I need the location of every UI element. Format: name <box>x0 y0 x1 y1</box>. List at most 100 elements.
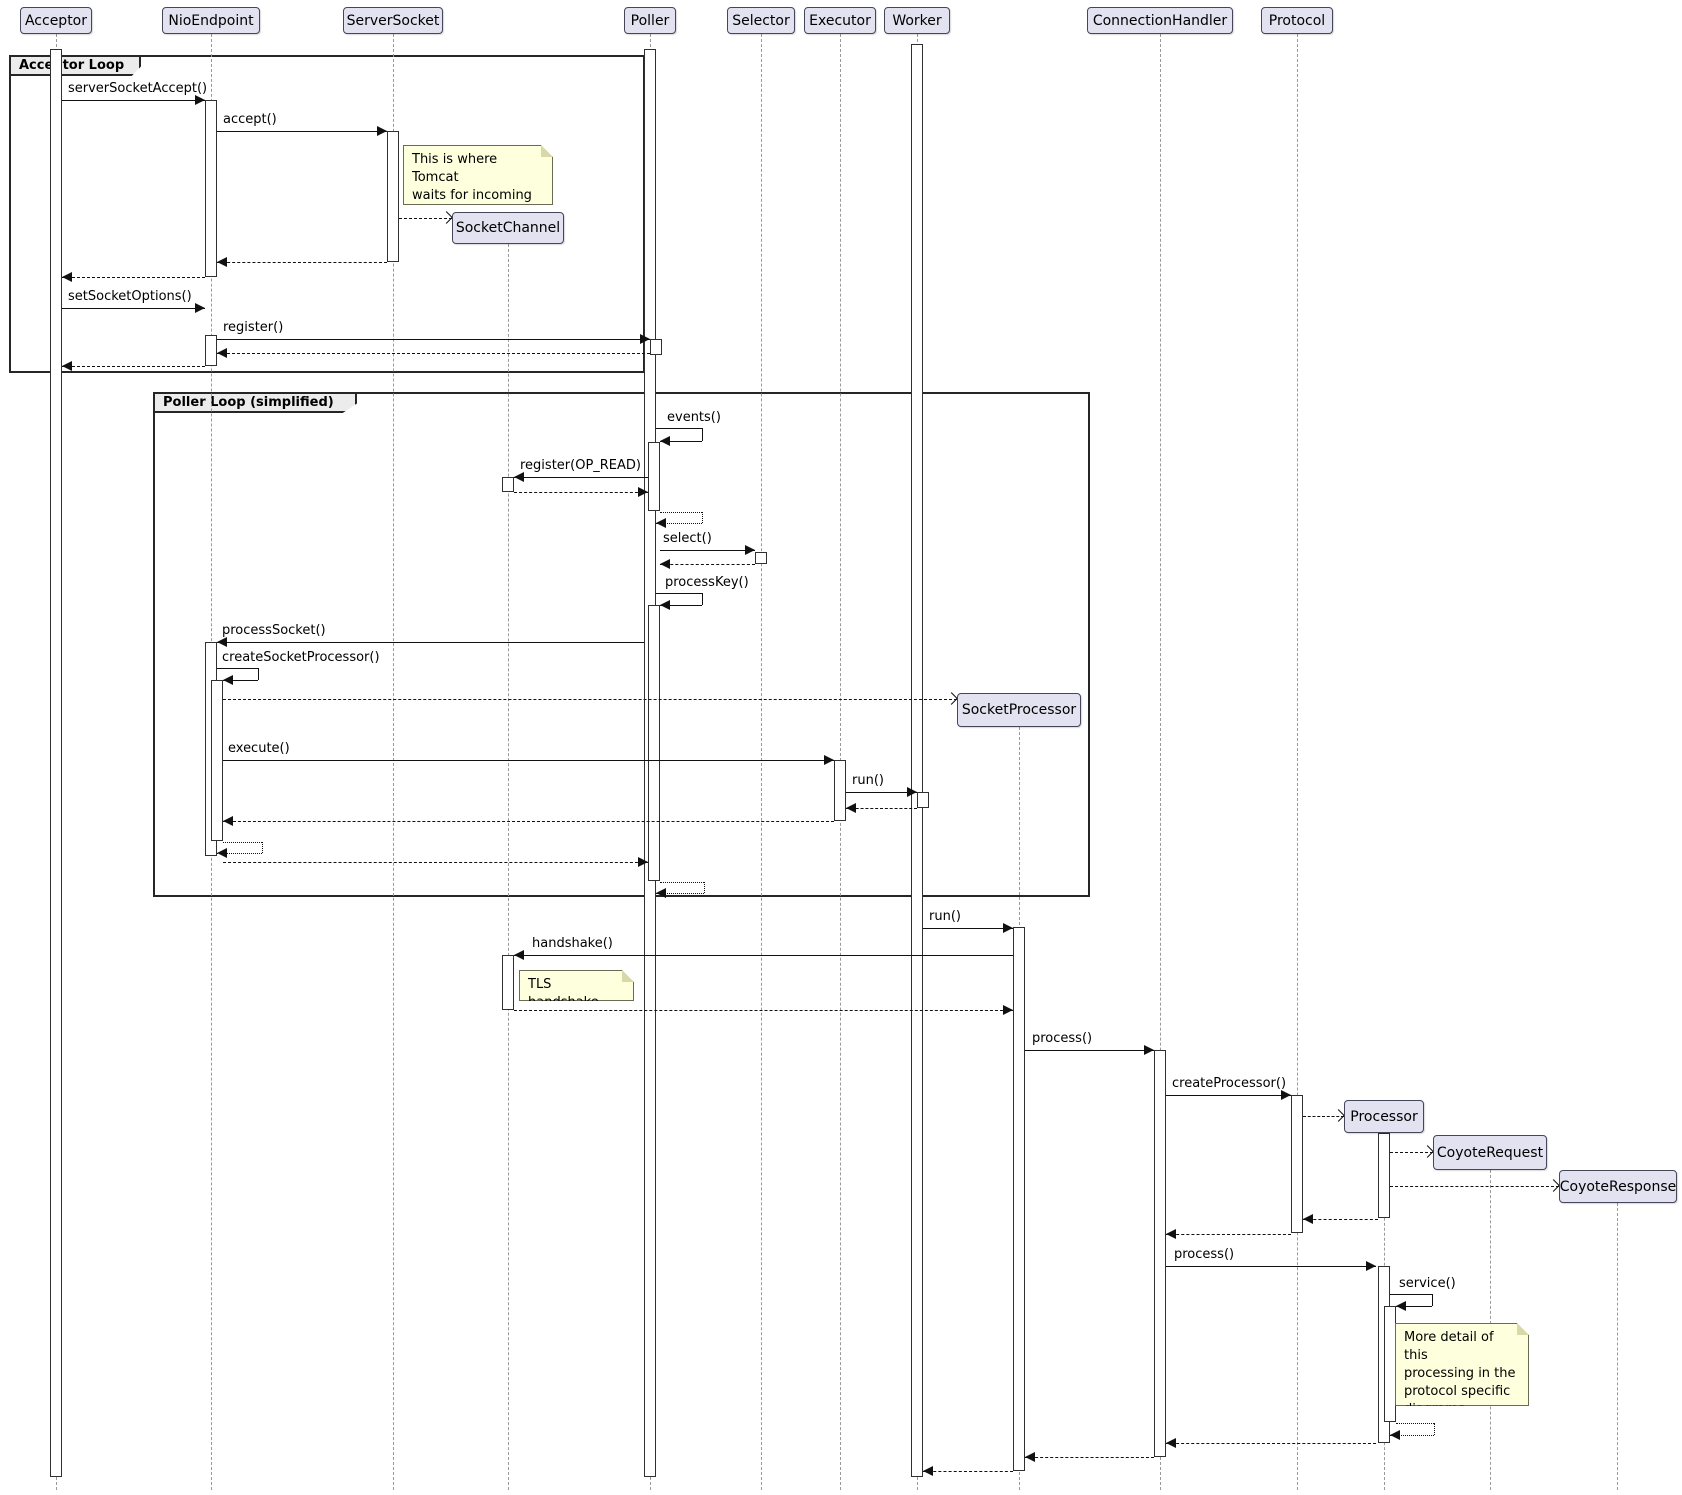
message-line <box>62 308 205 309</box>
note: TLS handshake <box>519 970 634 1001</box>
message-line <box>923 1471 1013 1472</box>
message-label: processKey() <box>665 575 749 591</box>
activation-poller <box>648 605 660 881</box>
activation-nioendpoint <box>211 680 223 841</box>
message-line <box>514 1010 1013 1011</box>
message-line <box>660 564 755 565</box>
arrowhead <box>923 1466 933 1476</box>
message-label: select() <box>663 531 712 547</box>
arrowhead <box>660 436 670 446</box>
message-line <box>223 862 648 863</box>
activation-worker <box>917 792 929 808</box>
activation-executor <box>834 760 846 821</box>
note: This is where Tomcatwaits for incomingco… <box>403 145 553 205</box>
activation-socketchannel <box>502 955 514 1010</box>
message-label: processSocket() <box>222 623 326 639</box>
message-line <box>514 955 1013 956</box>
arrowhead <box>656 518 666 528</box>
arrowhead <box>846 803 856 813</box>
arrowhead <box>638 857 648 867</box>
message-line <box>217 262 387 263</box>
activation-acceptor <box>50 49 62 1477</box>
activation-processor <box>1378 1133 1390 1218</box>
note-line: waits for incoming <box>412 187 544 205</box>
arrowhead <box>907 787 917 797</box>
self-return-side <box>262 842 263 853</box>
sequence-diagram: Acceptor Loop Poller Loop (simplified) ser… <box>0 0 1682 1495</box>
frame-tab: Acceptor Loop <box>9 55 141 76</box>
activation-protocol <box>1291 1095 1303 1233</box>
message-line <box>846 808 917 809</box>
participant-connectionhandler: ConnectionHandler <box>1087 7 1233 34</box>
message-label: createSocketProcessor() <box>222 650 380 666</box>
created-object-socketprocessor: SocketProcessor <box>957 693 1081 727</box>
message-label: process() <box>1032 1031 1092 1047</box>
arrowhead <box>745 545 755 555</box>
arrowhead <box>1144 1045 1154 1055</box>
self-return-top <box>660 882 704 883</box>
activation-processor <box>1384 1306 1396 1422</box>
message-line <box>1303 1219 1378 1220</box>
self-message-top <box>217 668 258 669</box>
note-line: More detail of this <box>1404 1329 1520 1365</box>
message-line <box>62 100 205 101</box>
note-fold-corner <box>1517 1323 1529 1335</box>
arrowhead <box>656 888 666 898</box>
participant-selector: Selector <box>727 7 795 34</box>
created-object-coyoteresponse: CoyoteResponse <box>1559 1170 1677 1203</box>
arrowhead <box>1166 1229 1176 1239</box>
message-line <box>223 821 834 822</box>
self-return-side <box>704 882 705 893</box>
self-return-side <box>1434 1423 1435 1435</box>
message-label: run() <box>852 773 884 789</box>
note-line: TLS handshake <box>528 976 625 1012</box>
self-message-top <box>1390 1294 1432 1295</box>
created-object-coyoterequest: CoyoteRequest <box>1433 1135 1547 1170</box>
participant-acceptor: Acceptor <box>20 7 92 34</box>
self-return-side <box>702 512 703 523</box>
note: More detail of thisprocessing in theprot… <box>1395 1323 1529 1406</box>
note-line: This is where Tomcat <box>412 151 544 187</box>
arrowhead <box>217 257 227 267</box>
lifeline-coyoteresponse <box>1617 1203 1618 1490</box>
activation-selector <box>755 552 767 564</box>
message-label: service() <box>1399 1276 1456 1292</box>
arrowhead <box>824 755 834 765</box>
self-return-top <box>223 842 262 843</box>
note-line: processing in the <box>1404 1365 1520 1383</box>
arrowhead <box>217 848 227 858</box>
activation-serversocket <box>387 131 399 262</box>
message-line <box>1166 1234 1291 1235</box>
participant-nioendpoint: NioEndpoint <box>162 7 260 34</box>
arrowhead <box>1366 1261 1376 1271</box>
arrowhead <box>377 126 387 136</box>
note-fold-corner <box>622 970 634 982</box>
message-line <box>62 366 205 367</box>
arrowhead <box>217 348 227 358</box>
lifeline-protocol <box>1297 34 1298 1490</box>
message-label: process() <box>1174 1247 1234 1263</box>
message-line <box>1166 1095 1291 1096</box>
activation-poller <box>650 339 662 355</box>
activation-poller <box>648 442 660 511</box>
note-line: protocol specific <box>1404 1383 1520 1401</box>
message-line <box>514 477 648 478</box>
open-arrowhead <box>1332 1109 1345 1122</box>
participant-executor: Executor <box>804 7 876 34</box>
frame-title: Acceptor Loop <box>19 58 124 73</box>
self-message-top <box>656 428 702 429</box>
arrowhead <box>62 272 72 282</box>
message-line <box>923 928 1013 929</box>
self-message-side <box>258 668 259 680</box>
self-message-side <box>702 593 703 605</box>
self-message-side <box>1432 1294 1433 1306</box>
activation-nioendpoint <box>205 100 217 277</box>
message-label: setSocketOptions() <box>68 289 192 305</box>
arrowhead <box>1166 1438 1176 1448</box>
activation-nioendpoint <box>205 335 217 366</box>
message-line <box>62 277 205 278</box>
frame-title: Poller Loop (simplified) <box>163 395 334 410</box>
message-label: run() <box>929 909 961 925</box>
message-line <box>1025 1050 1154 1051</box>
arrowhead <box>660 600 670 610</box>
